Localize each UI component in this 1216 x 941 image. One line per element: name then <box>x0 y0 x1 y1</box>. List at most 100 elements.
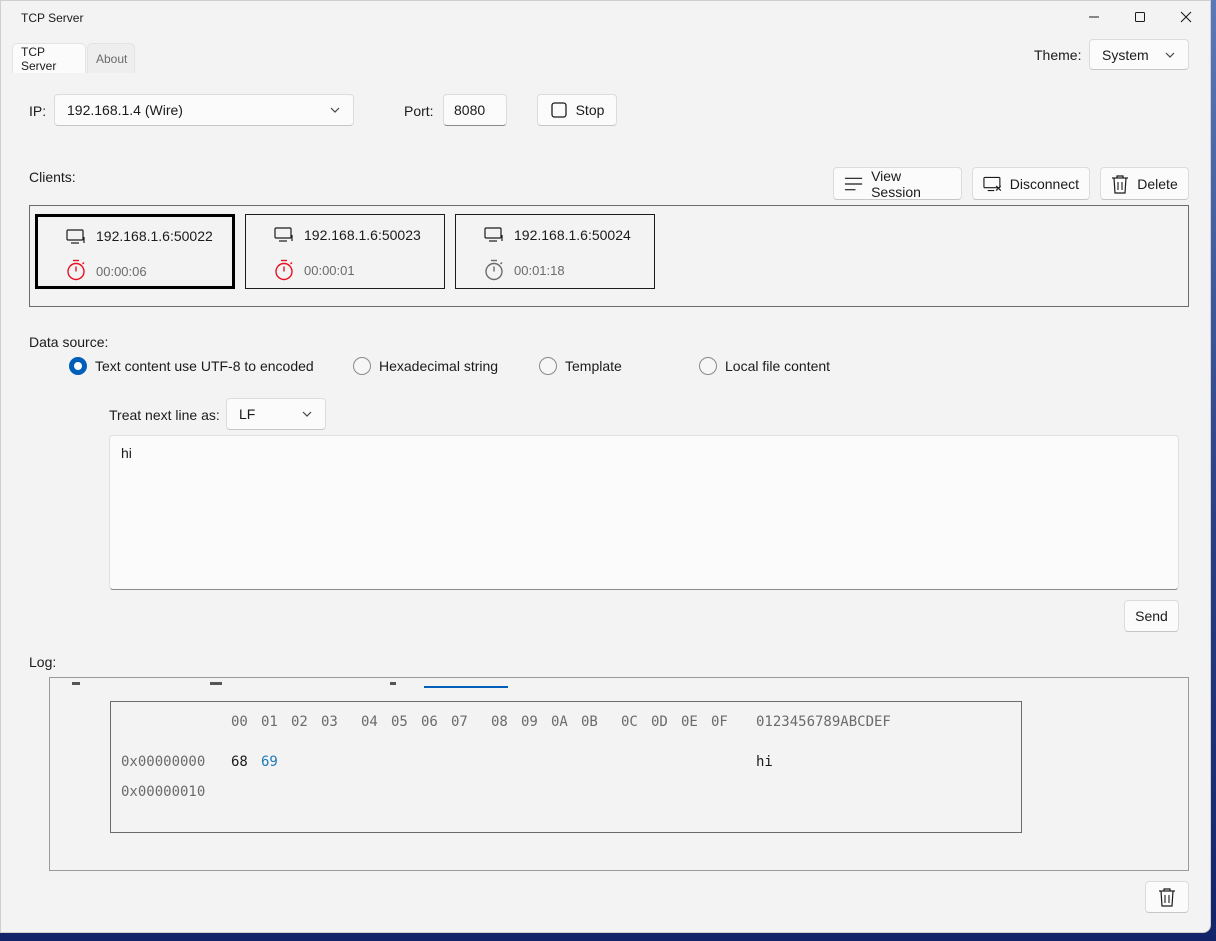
trash-icon <box>1159 888 1175 907</box>
hex-offset: 0x00000010 <box>121 784 206 800</box>
theme-select[interactable]: System <box>1089 39 1189 70</box>
hex-viewer: 00 01 02 03 04 05 06 07 08 09 0A 0B 0C 0D 0E 0F 01234567… <box>110 701 1022 833</box>
log-label: Log: <box>29 654 57 670</box>
hex-ascii-header: 0123456789ABCDEF <box>756 714 891 730</box>
radio-indicator <box>353 357 371 375</box>
client-address: 192.168.1.6:50023 <box>304 227 421 243</box>
disconnect-label: Disconnect <box>1009 175 1079 192</box>
view-session-button[interactable]: View Session <box>833 167 962 200</box>
monitor-disconnect-icon <box>983 176 1002 191</box>
radio-label: Local file content <box>725 358 831 374</box>
clipped-text-fragment <box>72 682 80 685</box>
minimize-icon <box>1089 16 1099 18</box>
disconnect-button[interactable]: Disconnect <box>972 167 1090 200</box>
tab-label: About <box>96 51 128 66</box>
hex-column-header: 05 <box>391 714 408 730</box>
ip-select[interactable]: 192.168.1.4 (Wire) <box>54 94 354 126</box>
monitor-icon <box>66 229 85 244</box>
client-elapsed: 00:01:18 <box>514 263 565 278</box>
message-content: hi <box>121 445 132 461</box>
app-window: TCP Server TCP Server About Theme: Syste… <box>0 0 1211 933</box>
hex-column-header: 09 <box>521 714 538 730</box>
timer-icon <box>67 259 85 281</box>
clients-list: 192.168.1.6:50022 00:00:06 192.168.1.6:5… <box>29 205 1189 307</box>
radio-template[interactable]: Template <box>539 357 622 375</box>
client-card[interactable]: 192.168.1.6:50024 00:01:18 <box>455 214 655 289</box>
chevron-down-icon <box>1165 52 1175 58</box>
timer-icon <box>275 259 293 281</box>
list-icon <box>844 177 863 190</box>
radio-text-utf8[interactable]: Text content use UTF-8 to encoded <box>69 357 314 375</box>
radio-hex-string[interactable]: Hexadecimal string <box>353 357 498 375</box>
client-card[interactable]: 192.168.1.6:50023 00:00:01 <box>245 214 445 289</box>
hex-byte: 68 <box>231 754 248 770</box>
radio-indicator <box>699 357 717 375</box>
clients-label: Clients: <box>29 169 76 185</box>
hex-column-header: 08 <box>491 714 508 730</box>
radio-local-file[interactable]: Local file content <box>699 357 830 375</box>
newline-select[interactable]: LF <box>226 398 326 430</box>
radio-label: Text content use UTF-8 to encoded <box>95 358 314 374</box>
delete-client-button[interactable]: Delete <box>1100 167 1189 200</box>
port-value: 8080 <box>454 102 486 118</box>
chevron-down-icon <box>330 107 340 113</box>
trash-icon <box>1112 174 1129 194</box>
window-title: TCP Server <box>21 11 84 25</box>
close-button[interactable] <box>1163 1 1209 33</box>
send-button[interactable]: Send <box>1124 600 1179 632</box>
hex-offset: 0x00000000 <box>121 754 206 770</box>
port-input[interactable]: 8080 <box>443 94 507 126</box>
ip-value: 192.168.1.4 (Wire) <box>67 102 183 118</box>
radio-indicator <box>69 357 87 375</box>
clipped-text-fragment <box>390 682 396 685</box>
tab-tcp-server[interactable]: TCP Server <box>12 43 86 73</box>
send-label: Send <box>1135 608 1168 624</box>
radio-label: Hexadecimal string <box>379 358 499 374</box>
data-source-label: Data source: <box>29 334 109 350</box>
radio-label: Template <box>565 358 622 374</box>
hex-column-header: 01 <box>261 714 278 730</box>
client-elapsed: 00:00:01 <box>304 263 355 278</box>
clipped-link-fragment <box>424 686 508 688</box>
hex-column-header: 0B <box>581 714 598 730</box>
maximize-icon <box>1135 12 1145 22</box>
hex-column-header: 0D <box>651 714 668 730</box>
port-label: Port: <box>404 103 434 119</box>
client-address: 192.168.1.6:50024 <box>514 227 631 243</box>
log-panel[interactable]: 00 01 02 03 04 05 06 07 08 09 0A 0B 0C 0D 0E 0F 01234567… <box>49 677 1189 871</box>
hex-column-header: 02 <box>291 714 308 730</box>
theme-value: System <box>1102 46 1149 63</box>
stop-button[interactable]: Stop <box>537 94 617 126</box>
tab-label: TCP Server <box>21 44 57 73</box>
hex-column-header: 00 <box>231 714 248 730</box>
message-textarea[interactable]: hi <box>109 435 1179 590</box>
hex-column-header: 0E <box>681 714 698 730</box>
hex-column-header: 0A <box>551 714 568 730</box>
hex-column-header: 0C <box>621 714 638 730</box>
client-address: 192.168.1.6:50022 <box>96 228 213 244</box>
hex-column-header: 04 <box>361 714 378 730</box>
timer-icon <box>485 259 503 281</box>
newline-value: LF <box>239 406 256 422</box>
monitor-icon <box>274 227 293 242</box>
ip-label: IP: <box>29 103 47 119</box>
close-icon <box>1180 11 1192 23</box>
stop-label: Stop <box>575 102 605 118</box>
hex-ascii: hi <box>756 754 773 770</box>
minimize-button[interactable] <box>1071 1 1117 33</box>
theme-label: Theme: <box>1034 47 1082 63</box>
clear-log-button[interactable] <box>1145 881 1189 913</box>
clipped-text-fragment <box>210 682 222 685</box>
hex-column-header: 0F <box>711 714 728 730</box>
client-card[interactable]: 192.168.1.6:50022 00:00:06 <box>35 214 235 289</box>
radio-indicator <box>539 357 557 375</box>
chevron-down-icon <box>302 411 312 417</box>
hex-column-header: 06 <box>421 714 438 730</box>
monitor-icon <box>484 227 503 242</box>
maximize-button[interactable] <box>1117 1 1163 33</box>
hex-byte: 69 <box>261 754 278 770</box>
stop-icon <box>550 102 567 118</box>
view-session-label: View Session <box>871 167 921 200</box>
hex-column-header: 03 <box>321 714 338 730</box>
tab-about[interactable]: About <box>87 43 135 73</box>
